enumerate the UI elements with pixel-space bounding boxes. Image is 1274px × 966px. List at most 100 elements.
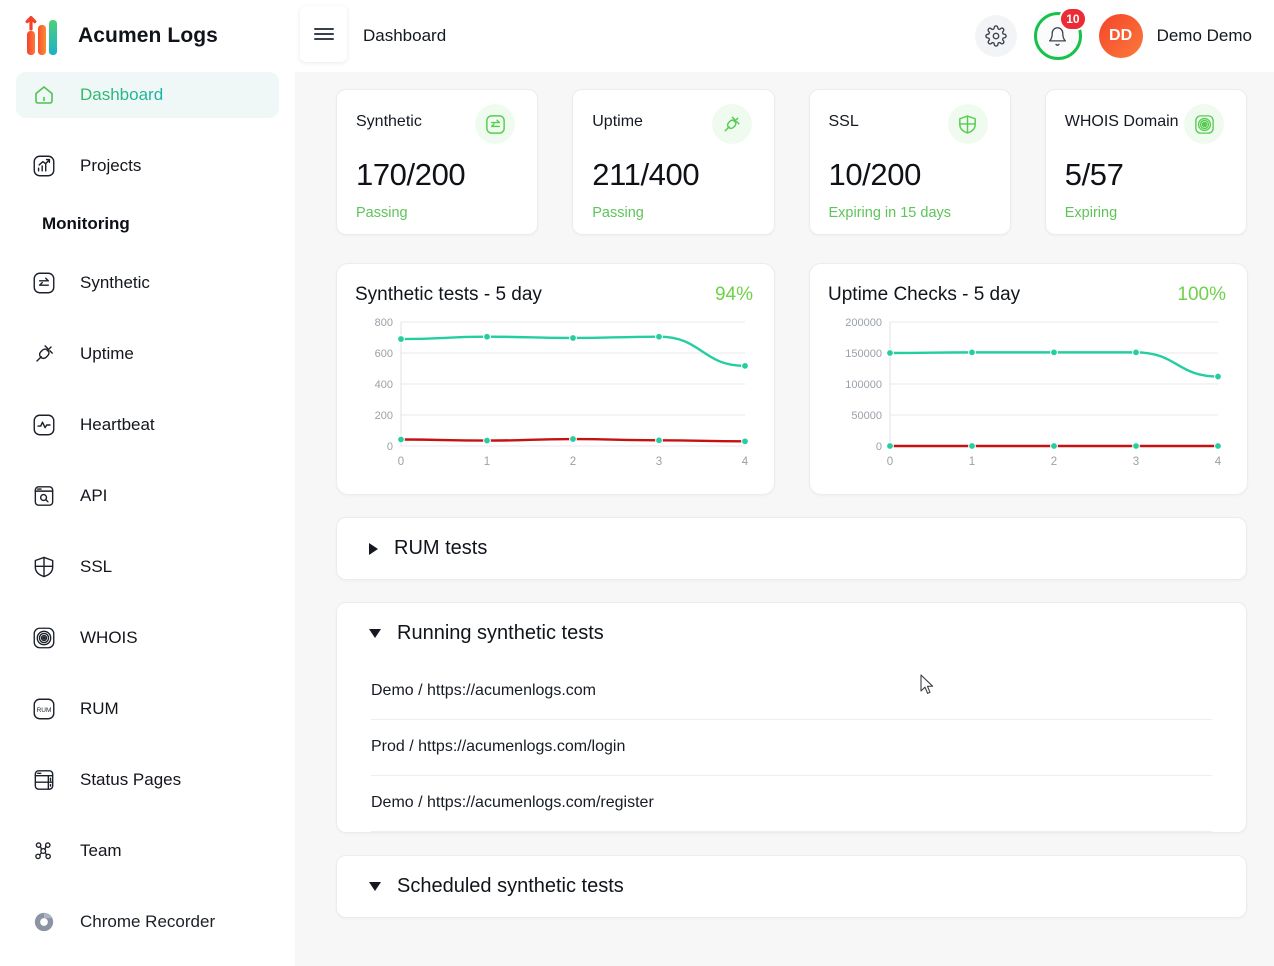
sidebar-item-label: Dashboard	[80, 85, 164, 104]
stat-value: 10/200	[828, 157, 922, 192]
sidebar-item-label: Team	[80, 841, 122, 860]
line-chart-svg: 0 200 400 600 800 0 1 2 3 4	[375, 317, 749, 468]
gear-icon[interactable]	[974, 15, 1017, 57]
sidebar-item-synthetic[interactable]: Synthetic	[16, 260, 279, 306]
hamburger-icon[interactable]	[300, 6, 347, 62]
sidebar-item-label: Chrome Recorder	[80, 912, 216, 931]
sidebar-item-projects[interactable]: Projects	[16, 143, 279, 189]
panel-scheduled-synthetic-tests: Scheduled synthetic tests	[336, 855, 1247, 918]
stat-card-uptime[interactable]: Uptime 211/400 Passing	[572, 89, 775, 235]
sidebar-item-label: Synthetic	[80, 273, 150, 292]
sidebar-item-label: API	[80, 486, 108, 505]
panel-title: Scheduled synthetic tests	[397, 875, 624, 897]
svg-text:2: 2	[1051, 456, 1057, 468]
svg-text:800: 800	[375, 317, 393, 329]
stat-status: Expiring in 15 days	[828, 205, 952, 221]
chevron-down-icon	[369, 882, 381, 891]
avatar[interactable]: DD	[1098, 14, 1143, 58]
sidebar-item-chrome-recorder[interactable]: Chrome Recorder	[16, 899, 279, 945]
sidebar-item-whois[interactable]: WHOIS	[16, 615, 279, 661]
app-root: Acumen Logs Dashboard Projects Monitorin…	[0, 0, 1274, 966]
stat-cards: Synthetic 170/200 Passing Uptime 211/400…	[336, 89, 1247, 235]
page-title: Dashboard	[363, 26, 447, 45]
notification-badge: 10	[1059, 7, 1087, 31]
svg-text:4: 4	[1215, 456, 1222, 468]
panel-running-synthetic-tests: Running synthetic tests Demo / https://a…	[336, 602, 1247, 833]
stat-value: 211/400	[592, 157, 700, 192]
sidebar-item-label: Projects	[80, 156, 142, 175]
panel-title: Running synthetic tests	[397, 622, 604, 644]
list-item[interactable]: Demo / https://acumenlogs.com/register	[371, 776, 1212, 832]
stat-label: Synthetic	[356, 113, 422, 130]
heartbeat-pulse-icon	[30, 411, 58, 439]
svg-text:50000: 50000	[851, 410, 882, 422]
panel-header[interactable]: Running synthetic tests	[337, 603, 1246, 664]
svg-text:0: 0	[398, 456, 404, 468]
topbar-actions: 10 DD Demo Demo	[974, 7, 1274, 60]
svg-text:2: 2	[570, 456, 576, 468]
svg-text:4: 4	[742, 456, 749, 468]
sidebar-item-rum[interactable]: RUM RUM	[16, 686, 279, 732]
svg-text:3: 3	[656, 456, 662, 468]
svg-text:3: 3	[1133, 456, 1139, 468]
svg-text:1: 1	[969, 456, 975, 468]
stat-status: Passing	[592, 205, 644, 221]
panel-header[interactable]: RUM tests	[337, 518, 1246, 579]
stat-card-synthetic[interactable]: Synthetic 170/200 Passing	[336, 89, 539, 235]
rum-box-icon: RUM	[30, 695, 58, 723]
uptime-plug-icon	[30, 340, 58, 368]
synthetic-arrows-icon	[30, 269, 58, 297]
sidebar-item-label: Heartbeat	[80, 415, 155, 434]
main-area: Dashboard 10 DD Demo Demo Synthetic 170/…	[295, 0, 1274, 966]
stat-value: 170/200	[356, 157, 466, 192]
whois-radar-icon	[1184, 104, 1224, 144]
chart-plot-area: 0 50000 100000 150000 200000 0 1 2 3 4	[828, 312, 1226, 477]
stat-value: 5/57	[1064, 157, 1124, 192]
stat-label: SSL	[828, 113, 859, 130]
sidebar-item-heartbeat[interactable]: Heartbeat	[16, 402, 279, 448]
sidebar: Acumen Logs Dashboard Projects Monitorin…	[0, 0, 295, 966]
sidebar-item-team[interactable]: Team	[16, 828, 279, 874]
chart-title: Synthetic tests - 5 day	[355, 284, 542, 305]
svg-text:600: 600	[375, 348, 393, 360]
whois-radar-icon	[30, 624, 58, 652]
sidebar-item-api[interactable]: API	[16, 473, 279, 519]
svg-text:0: 0	[387, 441, 393, 453]
panel-header[interactable]: Scheduled synthetic tests	[337, 856, 1246, 917]
stat-card-whois-domain[interactable]: WHOIS Domain 5/57 Expiring	[1044, 89, 1247, 235]
svg-text:200: 200	[375, 410, 393, 422]
sidebar-item-dashboard[interactable]: Dashboard	[16, 72, 279, 118]
sidebar-item-uptime[interactable]: Uptime	[16, 331, 279, 377]
list-item[interactable]: Demo / https://acumenlogs.com	[371, 664, 1212, 720]
synthetic-arrows-icon	[475, 104, 516, 144]
panel-rows: Demo / https://acumenlogs.com Prod / htt…	[337, 664, 1246, 832]
sidebar-nav: Dashboard Projects Monitoring Synthetic …	[0, 72, 295, 966]
chart-plot-area: 0 200 400 600 800 0 1 2 3 4	[355, 312, 753, 477]
sidebar-item-status-pages[interactable]: Status Pages	[16, 757, 279, 803]
stat-label: WHOIS Domain	[1064, 113, 1179, 130]
chart-percentage-badge: 100%	[1177, 284, 1226, 305]
chart-percentage-badge: 94%	[714, 284, 753, 305]
list-item[interactable]: Prod / https://acumenlogs.com/login	[371, 720, 1212, 776]
brand-name: Acumen Logs	[78, 24, 218, 47]
svg-text:150000: 150000	[845, 348, 882, 360]
sidebar-item-label: Status Pages	[80, 770, 182, 789]
sidebar-item-label: WHOIS	[80, 628, 138, 647]
sidebar-item-ssl[interactable]: SSL	[16, 544, 279, 590]
panel-rum-tests: RUM tests	[336, 517, 1247, 580]
chevron-right-icon	[369, 542, 378, 555]
bell-icon[interactable]: 10	[1033, 7, 1087, 60]
sidebar-section-monitoring: Monitoring	[42, 214, 130, 233]
stat-card-ssl[interactable]: SSL 10/200 Expiring in 15 days	[808, 89, 1011, 235]
dashboard-content: Synthetic 170/200 Passing Uptime 211/400…	[295, 72, 1274, 918]
svg-text:200000: 200000	[845, 317, 882, 329]
stat-status: Expiring	[1064, 205, 1118, 221]
stat-status: Passing	[356, 205, 408, 221]
brand[interactable]: Acumen Logs	[0, 0, 295, 72]
svg-text:0: 0	[887, 456, 893, 468]
svg-text:100000: 100000	[845, 379, 882, 391]
svg-text:1: 1	[484, 456, 490, 468]
chrome-icon	[30, 908, 58, 936]
line-chart-svg: 0 50000 100000 150000 200000 0 1 2 3 4	[845, 317, 1222, 468]
charts-row: Synthetic tests - 5 day 94% 0 200 400 600 80…	[336, 263, 1248, 495]
